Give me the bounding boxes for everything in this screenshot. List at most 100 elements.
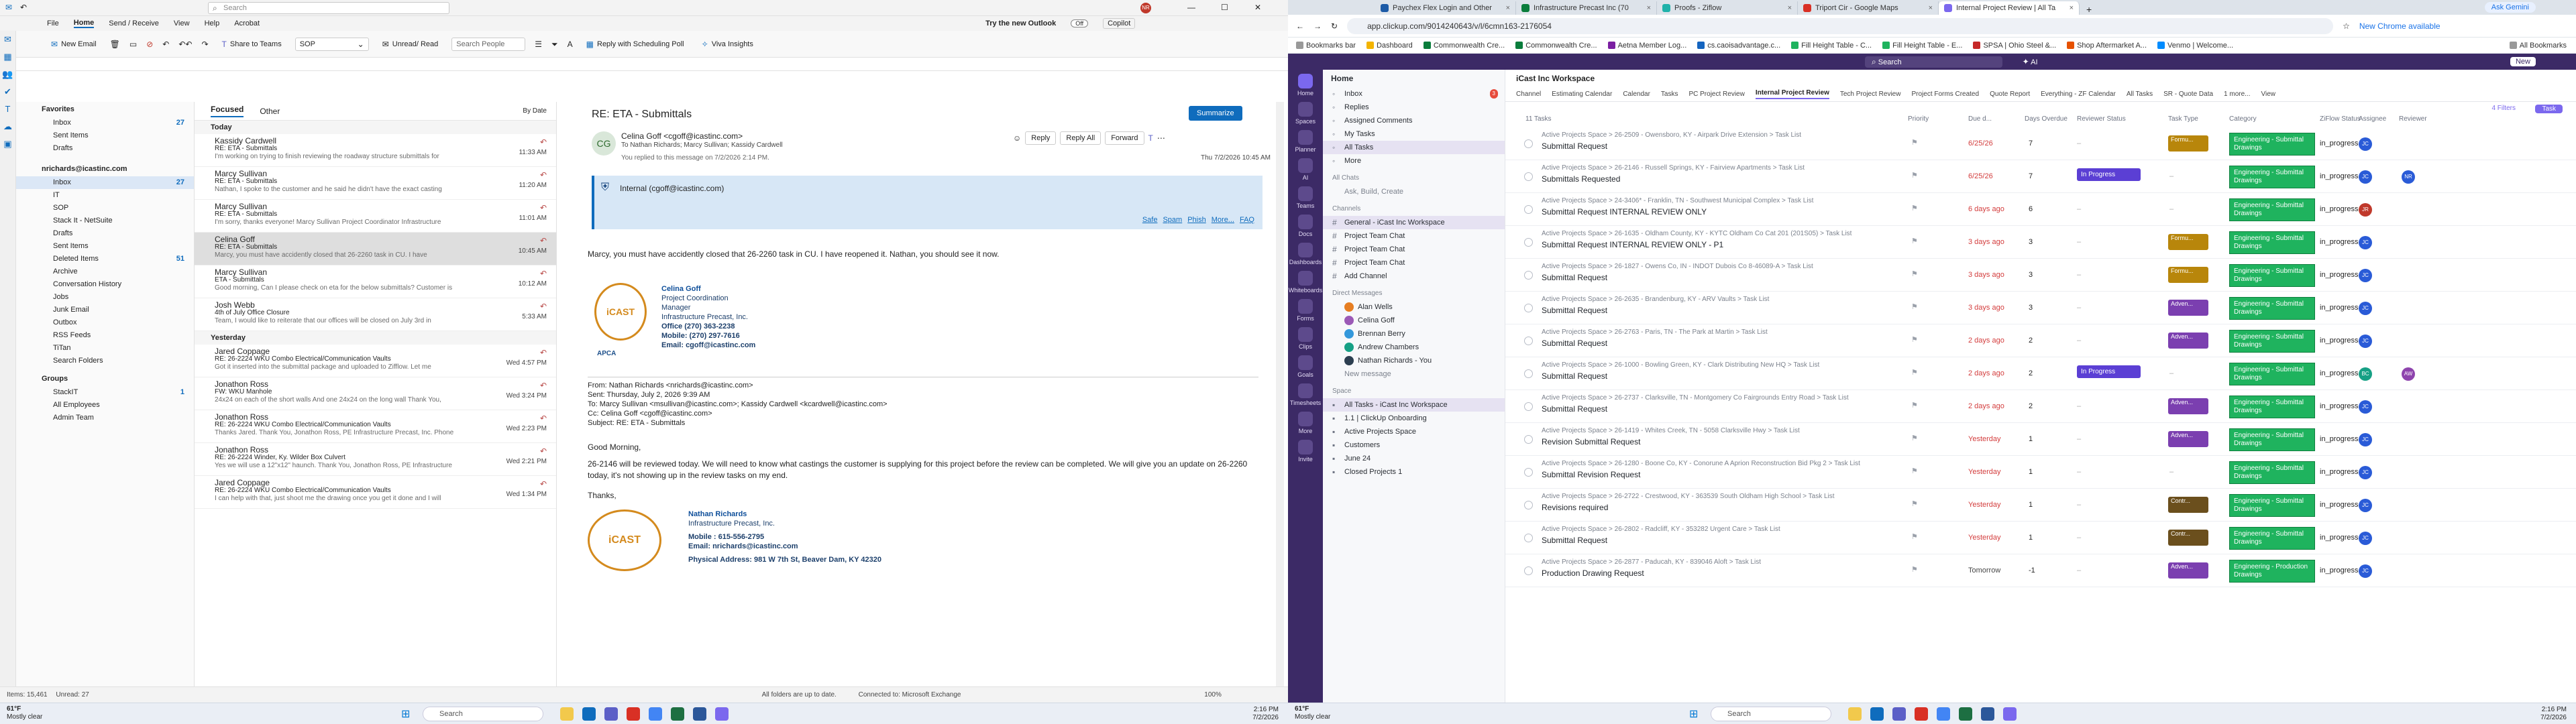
report-icon[interactable]: ⊘: [146, 40, 153, 48]
menu-file[interactable]: File: [47, 19, 59, 27]
task-breadcrumb[interactable]: Active Projects Space > 26-1000 - Bowlin…: [1542, 361, 1819, 369]
menu-send-receive[interactable]: Send / Receive: [109, 19, 159, 27]
bookmark-item[interactable]: Fill Height Table - C...: [1791, 42, 1872, 50]
folder-item[interactable]: Inbox 27: [16, 117, 194, 129]
priority-flag-icon[interactable]: ⚑: [1911, 435, 1918, 442]
reviewer-status-empty[interactable]: –: [2077, 566, 2081, 575]
menu-help[interactable]: Help: [205, 19, 220, 27]
task-breadcrumb[interactable]: Active Projects Space > 26-1419 - Whites…: [1542, 427, 1800, 434]
rail-item[interactable]: Dashboards: [1288, 239, 1323, 267]
due-date[interactable]: 6/25/26: [1968, 139, 1993, 147]
view-tab[interactable]: Calendar: [1623, 90, 1650, 98]
new-message-item[interactable]: New message: [1323, 367, 1505, 381]
rail-item[interactable]: Clips: [1288, 323, 1323, 351]
due-date[interactable]: 2 days ago: [1968, 402, 2004, 410]
due-date[interactable]: 2 days ago: [1968, 337, 2004, 345]
tab-close-icon[interactable]: ×: [1788, 1, 1792, 15]
reviewer-status-empty[interactable]: –: [2077, 534, 2081, 542]
browser-tab[interactable]: Internal Project Review | All Ta ×: [1939, 1, 2080, 15]
priority-flag-icon[interactable]: ⚑: [1911, 238, 1918, 245]
task-breadcrumb[interactable]: Active Projects Space > 26-2737 - Clarks…: [1542, 394, 1849, 402]
assignee-avatar[interactable]: JC: [2359, 564, 2372, 578]
task-breadcrumb[interactable]: Active Projects Space > 26-2635 - Brande…: [1542, 296, 1769, 303]
task-type-empty[interactable]: –: [2169, 205, 2174, 213]
col-task-type[interactable]: Task Type: [2168, 115, 2198, 123]
task-breadcrumb[interactable]: Active Projects Space > 26-2146 - Russel…: [1542, 164, 1805, 172]
category-badge[interactable]: Engineering - Submittal Drawings: [2229, 231, 2315, 254]
task-status-circle[interactable]: [1524, 172, 1533, 181]
message-item[interactable]: Celina Goff RE: ETA - Submittals Marcy, yo…: [195, 233, 556, 265]
sidebar-item[interactable]: ◦ More: [1323, 154, 1505, 168]
task-type-badge[interactable]: Contr...: [2168, 530, 2208, 546]
faq-link[interactable]: FAQ: [1240, 216, 1254, 224]
undo-icon[interactable]: ↶: [20, 3, 27, 11]
people-icon[interactable]: 👥: [0, 66, 15, 83]
tab-close-icon[interactable]: ×: [1929, 1, 1933, 15]
rail-item[interactable]: Home: [1288, 70, 1323, 98]
browser-tab[interactable]: Proofs - Ziflow ×: [1657, 1, 1798, 15]
bookmark-item[interactable]: Fill Height Table - E...: [1882, 42, 1962, 50]
acrobat-taskbar-icon[interactable]: [1915, 707, 1929, 721]
view-tab[interactable]: All Tasks: [2127, 90, 2153, 98]
task-status-circle[interactable]: [1524, 271, 1533, 280]
close-icon[interactable]: ✕: [1254, 3, 1261, 11]
view-tab[interactable]: View: [2261, 90, 2276, 98]
task-status-circle[interactable]: [1524, 501, 1533, 509]
reply-icon[interactable]: ↶: [162, 40, 169, 48]
reviewer-status-empty[interactable]: –: [2077, 205, 2081, 213]
sidebar-item[interactable]: ◦ Assigned Comments: [1323, 114, 1505, 127]
new-chrome-button[interactable]: New Chrome available: [2359, 21, 2440, 31]
message-item[interactable]: Kassidy Cardwell RE: ETA - Submittals I'm …: [195, 134, 556, 167]
sidebar-item[interactable]: ▪ 1.1 | ClickUp Onboarding: [1323, 412, 1505, 425]
assignee-avatar[interactable]: JC: [2359, 532, 2372, 545]
col-reviewer[interactable]: Reviewer: [2399, 115, 2427, 123]
task-row[interactable]: Active Projects Space > 26-2509 - Owensb…: [1505, 127, 2576, 160]
tab-close-icon[interactable]: ×: [2070, 1, 2074, 15]
rail-item[interactable]: Docs: [1288, 210, 1323, 239]
due-date[interactable]: 3 days ago: [1968, 304, 2004, 312]
sidebar-item[interactable]: Alan Wells: [1323, 300, 1505, 314]
reading-scrollbar[interactable]: [1276, 102, 1284, 686]
view-tab[interactable]: SR - Quote Data: [2163, 90, 2213, 98]
priority-flag-icon[interactable]: ⚑: [1911, 205, 1918, 213]
folder-item[interactable]: Stack It - NetSuite: [16, 215, 194, 227]
priority-flag-icon[interactable]: ⚑: [1911, 534, 1918, 541]
reply-button[interactable]: Reply: [1025, 131, 1057, 145]
task-row[interactable]: Active Projects Space > 26-2146 - Russel…: [1505, 160, 2576, 193]
task-type-badge[interactable]: Adven...: [2168, 431, 2208, 447]
filters-button[interactable]: 4 Filters: [2491, 105, 2516, 112]
folder-item[interactable]: Sent Items: [16, 240, 194, 253]
unread-read-button[interactable]: ✉ Unread/ Read: [378, 38, 443, 50]
rail-item[interactable]: More: [1288, 408, 1323, 436]
clickup-taskbar-icon[interactable]: [715, 707, 729, 721]
task-name[interactable]: Submittals Requested: [1542, 174, 1620, 184]
folder-item[interactable]: Drafts: [16, 142, 194, 155]
folder-item[interactable]: RSS Feeds: [16, 329, 194, 342]
col-overdue[interactable]: Days Overdue: [2025, 115, 2068, 123]
folder-item[interactable]: Admin Team: [16, 412, 194, 424]
due-date[interactable]: Yesterday: [1968, 468, 2001, 476]
rail-item[interactable]: Planner: [1288, 126, 1323, 154]
new-email-button[interactable]: ✉ New Email: [47, 38, 101, 50]
assignee-avatar[interactable]: JC: [2359, 302, 2372, 315]
task-status-circle[interactable]: [1524, 205, 1533, 214]
task-breadcrumb[interactable]: Active Projects Space > 26-1280 - Boone …: [1542, 460, 1860, 467]
reviewer-status-empty[interactable]: –: [2077, 435, 2081, 443]
tab-other[interactable]: Other: [260, 107, 280, 116]
sidebar-item[interactable]: ◦ All Tasks: [1323, 141, 1505, 154]
folder-item[interactable]: Sent Items: [16, 129, 194, 142]
task-row[interactable]: Active Projects Space > 26-2802 - Radcli…: [1505, 522, 2576, 554]
task-breadcrumb[interactable]: Active Projects Space > 26-2763 - Paris,…: [1542, 328, 1768, 336]
task-row[interactable]: Active Projects Space > 24-3406* - Frank…: [1505, 193, 2576, 226]
word-taskbar-icon[interactable]: [1981, 707, 1995, 721]
view-tab[interactable]: Project Forms Created: [1911, 90, 1979, 98]
ask-build-create[interactable]: Ask, Build, Create: [1323, 185, 1505, 198]
due-date[interactable]: 6/25/26: [1968, 172, 1993, 180]
browser-tab[interactable]: Infrastructure Precast Inc (70 ×: [1516, 1, 1657, 15]
phish-link[interactable]: Phish: [1187, 216, 1206, 224]
address-book-icon[interactable]: ☰: [535, 40, 542, 48]
teams-share-icon[interactable]: T: [1148, 134, 1153, 142]
task-status-circle[interactable]: [1524, 238, 1533, 247]
col-ziflow[interactable]: ZiFlow Status: [2320, 115, 2361, 123]
task-type-badge[interactable]: Adven...: [2168, 333, 2208, 349]
